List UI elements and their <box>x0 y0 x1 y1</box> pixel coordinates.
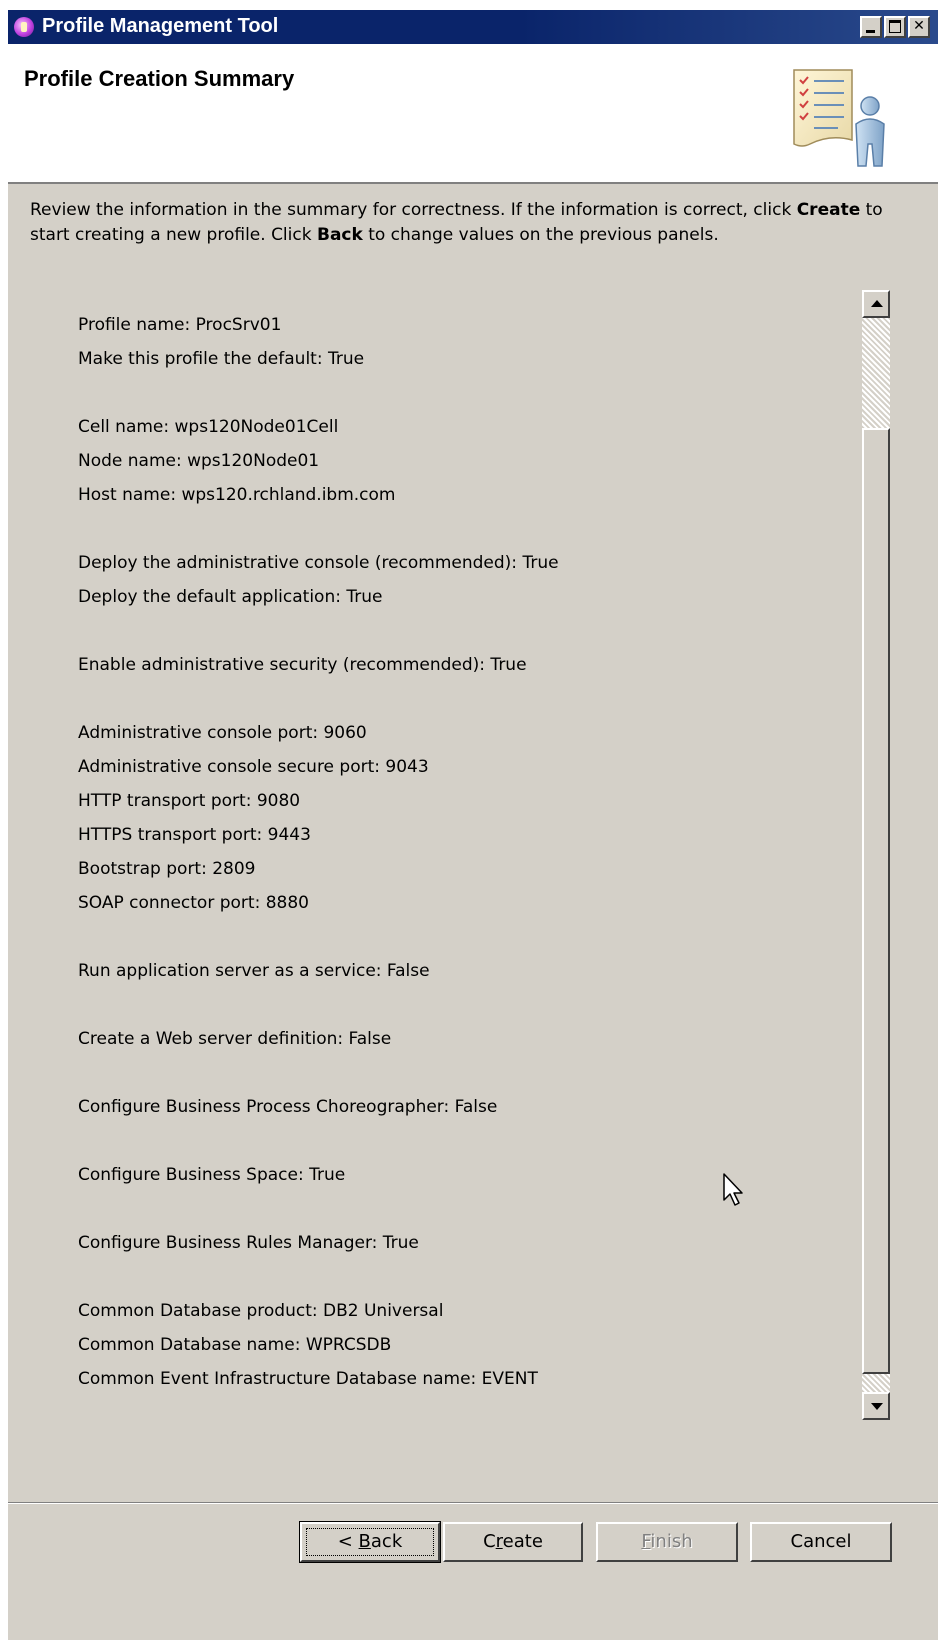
summary-line: HTTPS transport port: 9443 <box>78 825 311 845</box>
summary-line: Create a Web server definition: False <box>78 1029 392 1049</box>
back-button[interactable]: < Back <box>299 1521 441 1563</box>
create-button-label: eate <box>502 1531 543 1552</box>
summary-line: Common Database product: DB2 Universal <box>78 1301 444 1321</box>
instructions-text: Review the information in the summary fo… <box>30 198 920 248</box>
maximize-icon <box>889 20 901 33</box>
summary-panel[interactable]: Profile name: ProcSrv01 Make this profil… <box>8 292 868 1422</box>
maximize-button[interactable] <box>884 16 906 38</box>
button-bar-separator <box>8 1502 938 1504</box>
instructions-create-word: Create <box>796 200 861 220</box>
scroll-up-button[interactable] <box>862 290 890 318</box>
instructions-part3: to change values on the previous panels. <box>362 225 719 245</box>
scroll-down-button[interactable] <box>862 1392 890 1420</box>
window-title: Profile Management Tool <box>42 15 279 37</box>
minimize-button[interactable] <box>860 16 882 38</box>
summary-line: Bootstrap port: 2809 <box>78 859 256 879</box>
finish-button[interactable]: Finish <box>596 1522 738 1562</box>
cancel-button-label: Cancel <box>790 1531 852 1552</box>
scroll-track[interactable] <box>862 318 890 428</box>
create-button-mnemonic: r <box>495 1531 503 1552</box>
summary-line: Profile name: ProcSrv01 <box>78 315 282 335</box>
summary-line: Deploy the administrative console (recom… <box>78 553 559 573</box>
instructions-part1: Review the information in the summary fo… <box>30 200 797 220</box>
summary-line: Configure Business Space: True <box>78 1165 346 1185</box>
summary-line: Make this profile the default: True <box>78 349 365 369</box>
profile-management-window: Profile Management Tool ✕ Profile Creati… <box>8 10 938 1640</box>
create-button[interactable]: Create <box>443 1522 583 1562</box>
summary-checklist-person-icon <box>793 69 885 167</box>
close-button[interactable]: ✕ <box>908 16 930 38</box>
minimize-icon <box>866 30 875 33</box>
instructions-back-word: Back <box>316 225 363 245</box>
title-bar[interactable]: Profile Management Tool ✕ <box>8 10 938 44</box>
scroll-track[interactable] <box>862 1374 890 1392</box>
arrow-down-icon <box>871 1403 883 1410</box>
summary-line: HTTP transport port: 9080 <box>78 791 301 811</box>
mouse-pointer-icon <box>723 1173 743 1206</box>
close-icon: ✕ <box>913 18 925 34</box>
summary-line: Enable administrative security (recommen… <box>78 655 527 675</box>
summary-line: Configure Business Process Choreographer… <box>78 1097 498 1117</box>
summary-line: Cell name: wps120Node01Cell <box>78 417 339 437</box>
summary-line: Administrative console port: 9060 <box>78 723 367 743</box>
profile-tool-icon <box>14 17 34 37</box>
arrow-up-icon <box>871 300 883 307</box>
summary-line: Run application server as a service: Fal… <box>78 961 430 981</box>
focus-ring <box>306 1528 434 1556</box>
summary-line: Node name: wps120Node01 <box>78 451 320 471</box>
cancel-button[interactable]: Cancel <box>750 1522 892 1562</box>
summary-line: Administrative console secure port: 9043 <box>78 757 429 777</box>
scroll-thumb[interactable] <box>862 428 890 1374</box>
wizard-banner: Profile Creation Summary <box>8 44 938 184</box>
summary-line: Common Database name: WPRCSDB <box>78 1335 392 1355</box>
summary-line: Configure Business Rules Manager: True <box>78 1233 419 1253</box>
summary-line: Deploy the default application: True <box>78 587 383 607</box>
finish-button-label: inish <box>650 1531 693 1552</box>
summary-scrollbar[interactable] <box>862 290 890 1420</box>
summary-line: SOAP connector port: 8880 <box>78 893 309 913</box>
summary-line: Host name: wps120.rchland.ibm.com <box>78 485 396 505</box>
create-button-prefix: C <box>483 1531 496 1552</box>
summary-line: Common Event Infrastructure Database nam… <box>78 1369 538 1389</box>
page-title: Profile Creation Summary <box>24 66 295 91</box>
